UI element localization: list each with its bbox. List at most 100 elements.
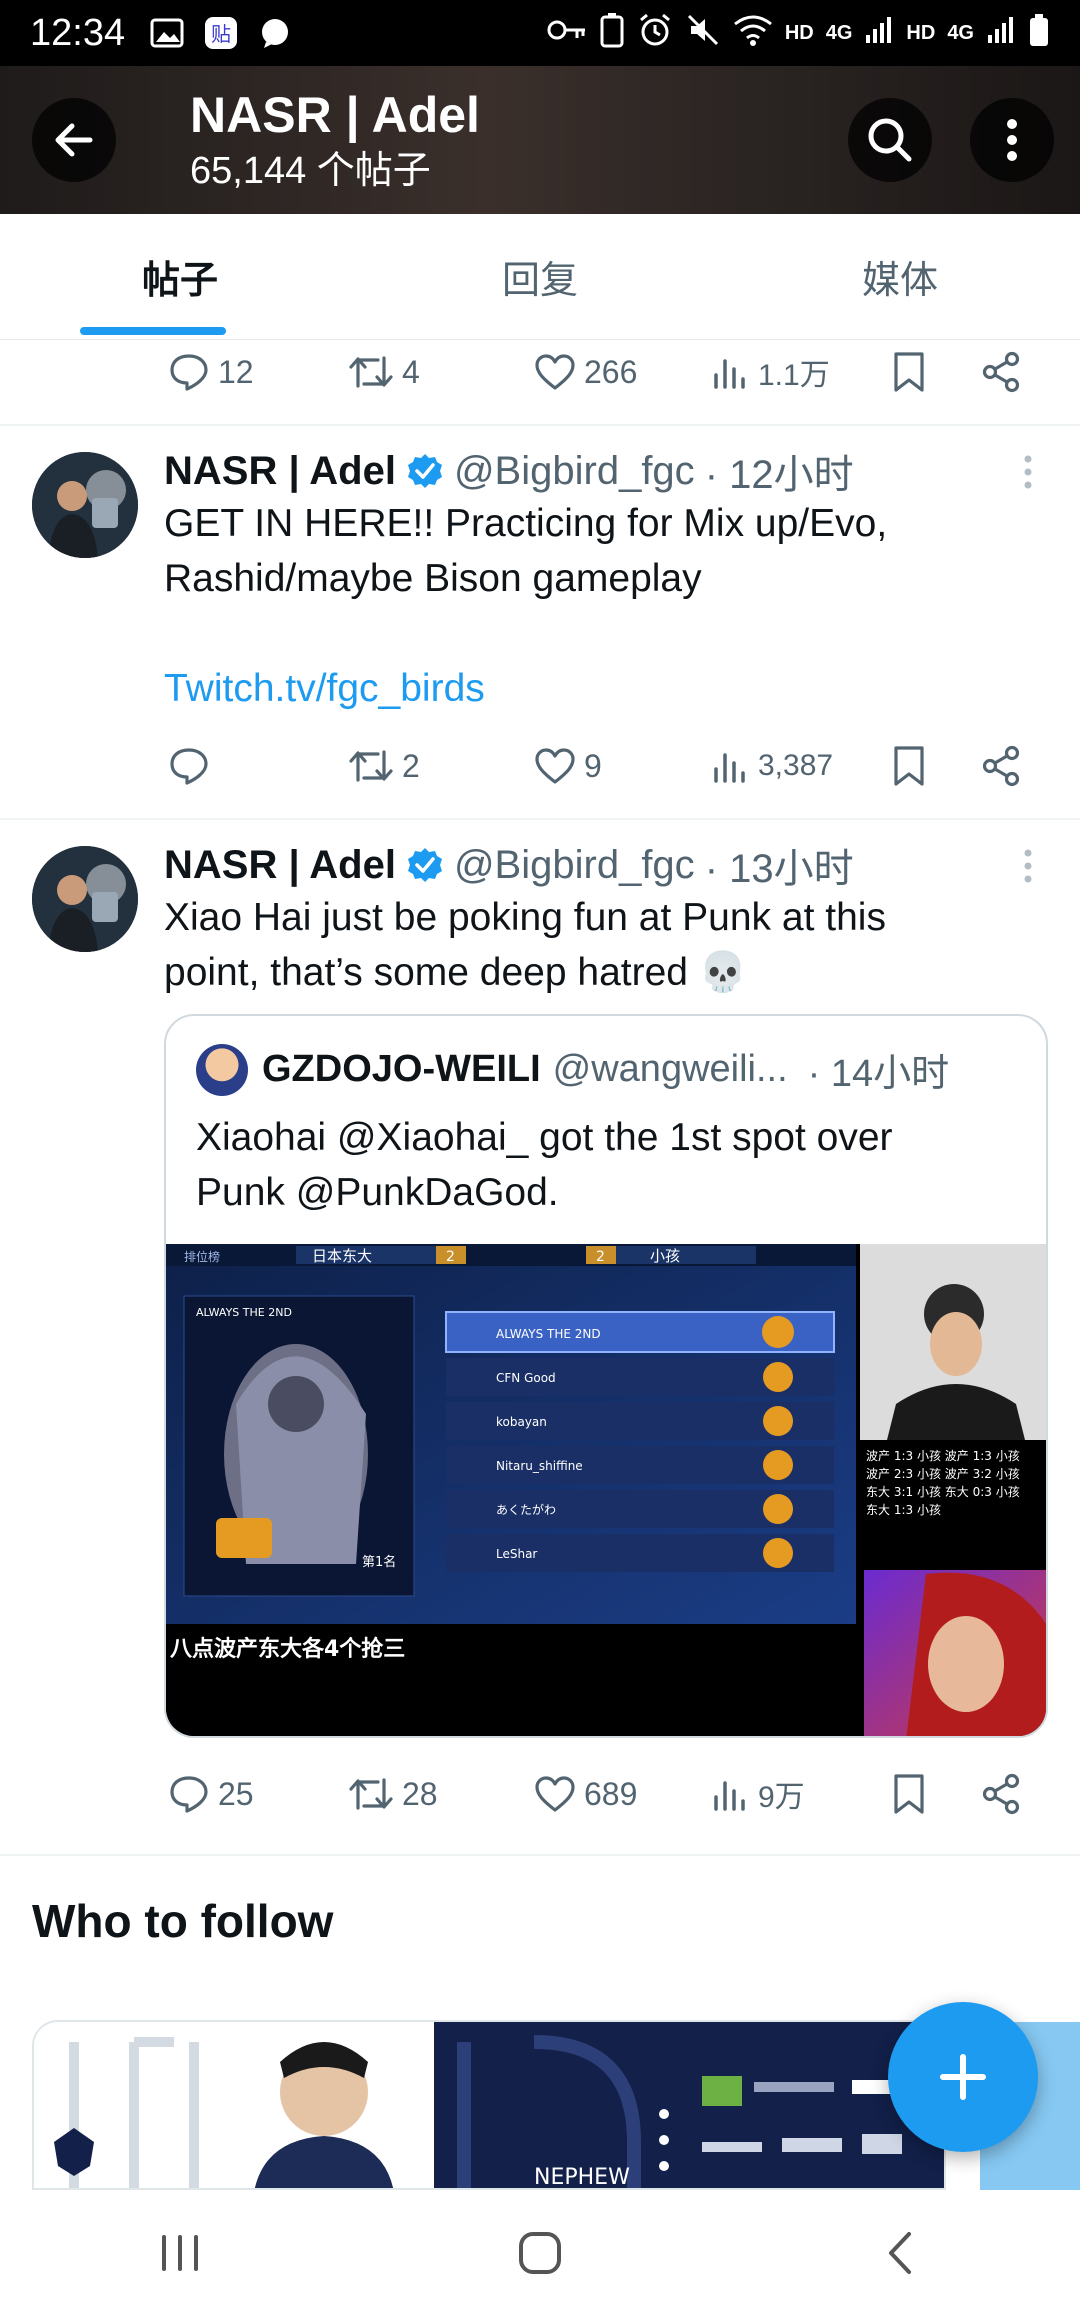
avatar-photo-icon: [32, 452, 138, 558]
verified-badge-icon: [406, 846, 444, 884]
author-name[interactable]: NASR | Adel: [164, 843, 396, 888]
search-button[interactable]: [848, 98, 932, 182]
views-button[interactable]: 3,387: [712, 747, 833, 785]
home-button[interactable]: [480, 2208, 600, 2298]
author-handle[interactable]: @Bigbird_fgc: [454, 449, 695, 494]
verified-badge-icon: [406, 452, 444, 490]
network-4g-label: 4G: [825, 21, 853, 44]
svg-text:贴: 贴: [211, 22, 231, 46]
view-count: 9万: [758, 1781, 805, 1814]
bookmark-icon: [894, 1774, 924, 1814]
tab-replies[interactable]: 回复: [360, 214, 720, 339]
header-titles: NASR | Adel 65,144 个帖子: [190, 84, 480, 196]
reply-count: 12: [218, 353, 254, 390]
game-stream-screenshot: 日本东大 2 2 小孩 排位榜 ALWAYS THE 2ND 第1名 ALWAY…: [166, 1244, 1046, 1736]
svg-text:波产 1:3 小孩 波产 1:3 小孩: 波产 1:3 小孩 波产 1:3 小孩: [866, 1449, 1020, 1463]
tweet-text: GET IN HERE!! Practicing for Mix up/Evo,…: [164, 496, 1044, 716]
reply-icon: [170, 354, 208, 391]
quoted-text-line: Punk @PunkDaGod.: [196, 1171, 559, 1214]
chat-icon: [255, 13, 295, 53]
repost-button[interactable]: 28: [348, 1774, 438, 1814]
tab-media[interactable]: 媒体: [720, 214, 1080, 339]
quoted-media-image[interactable]: 日本东大 2 2 小孩 排位榜 ALWAYS THE 2ND 第1名 ALWAY…: [166, 1244, 1046, 1736]
repost-button[interactable]: 4: [348, 352, 420, 392]
player-label: ALWAYS THE 2ND: [196, 1306, 292, 1319]
leaderboard-tab-label: 排位榜: [184, 1249, 220, 1264]
network-hd-label-2: HD: [906, 21, 936, 44]
views-chart-icon: [714, 1781, 745, 1811]
search-icon: [868, 118, 912, 162]
like-button[interactable]: 9: [534, 747, 602, 785]
svg-text:东大 1:3 小孩: 东大 1:3 小孩: [866, 1503, 941, 1517]
compose-post-button[interactable]: [888, 2002, 1038, 2152]
team-left-label: 日本东大: [312, 1247, 372, 1265]
quoted-tweet-header: GZDOJO-WEILI @wangweili... · 14小时: [196, 1042, 949, 1097]
reply-button[interactable]: 25: [168, 1773, 254, 1815]
promo-player-name: NEPHEW: [534, 2165, 630, 2190]
heart-icon: [535, 354, 575, 390]
avatar[interactable]: [32, 846, 138, 952]
views-button[interactable]: 1.1万: [712, 350, 830, 394]
home-icon: [519, 2232, 561, 2274]
reply-count: 25: [218, 1775, 254, 1812]
back-arrow-icon: [55, 123, 93, 157]
tweet-menu-button[interactable]: [1010, 442, 1046, 502]
quoted-tweet-text: Xiaohai @Xiaohai_ got the 1st spot over …: [196, 1110, 1016, 1220]
share-button[interactable]: [980, 1773, 1022, 1815]
quoted-author-handle: @wangweili...: [552, 1048, 788, 1090]
svg-text:东大 3:1 小孩 东大 0:3 小孩: 东大 3:1 小孩 东大 0:3 小孩: [866, 1485, 1020, 1499]
tab-posts[interactable]: 帖子: [0, 214, 360, 339]
svg-text:波产 2:3 小孩 波产 3:2 小孩: 波产 2:3 小孩 波产 3:2 小孩: [866, 1467, 1020, 1481]
recent-apps-icon: [162, 2235, 198, 2271]
views-button[interactable]: 9万: [712, 1772, 805, 1816]
gallery-icon: [147, 13, 187, 53]
quoted-avatar: [196, 1043, 248, 1096]
status-time: 12:34: [30, 11, 126, 54]
tweet-text: Xiao Hai just be poking fun at Punk at t…: [164, 890, 1044, 1000]
tweet-actions: 25 28 689 9万: [168, 1764, 1028, 1824]
tweet-header: NASR | Adel @Bigbird_fgc · 13小时: [164, 836, 854, 894]
tweet-text-line: Xiao Hai just be poking fun at Punk at t…: [164, 896, 886, 939]
post-count: 65,144 个帖子: [190, 150, 431, 192]
like-button[interactable]: 266: [534, 353, 637, 391]
tweet-text-line: point, that’s some deep hatred 💀: [164, 951, 748, 994]
tweet-menu-button[interactable]: [1010, 836, 1046, 896]
more-options-button[interactable]: [970, 98, 1054, 182]
reply-button[interactable]: 12: [168, 351, 254, 393]
avatar[interactable]: [32, 452, 138, 558]
repost-button[interactable]: 2: [348, 746, 420, 786]
recent-apps-button[interactable]: [120, 2208, 240, 2298]
share-icon: [982, 1773, 1020, 1815]
author-handle[interactable]: @Bigbird_fgc: [454, 843, 695, 888]
mute-icon: [685, 12, 721, 54]
share-icon: [982, 745, 1020, 787]
back-button[interactable]: [32, 98, 116, 182]
more-vertical-icon: [1007, 119, 1017, 161]
bookmark-button[interactable]: [892, 745, 926, 787]
reply-button[interactable]: [168, 745, 218, 787]
tweet-actions: 12 4 266 1.1万: [168, 342, 1028, 402]
views-chart-icon: [714, 359, 745, 389]
system-back-button[interactable]: [840, 2208, 960, 2298]
signal-icon: [864, 15, 894, 51]
quoted-tweet-card[interactable]: GZDOJO-WEILI @wangweili... · 14小时 Xiaoha…: [164, 1014, 1048, 1738]
svg-text:kobayan: kobayan: [496, 1415, 547, 1429]
reply-icon: [170, 748, 208, 785]
share-button[interactable]: [980, 351, 1022, 393]
author-name[interactable]: NASR | Adel: [164, 449, 396, 494]
bookmark-icon: [894, 746, 924, 786]
like-button[interactable]: 689: [534, 1775, 637, 1813]
follow-suggestion-banner[interactable]: NEPHEW: [32, 2020, 946, 2190]
profile-name: NASR | Adel: [190, 87, 480, 143]
wifi-icon: [733, 14, 773, 52]
battery-saver-icon: [599, 12, 625, 54]
tweet-link[interactable]: Twitch.tv/fgc_birds: [164, 661, 1044, 716]
bookmark-button[interactable]: [892, 351, 926, 393]
share-button[interactable]: [980, 745, 1022, 787]
tab-posts-label: 帖子: [141, 260, 218, 302]
media-caption: 八点波产东大各4个抢三: [170, 1636, 405, 1662]
bookmark-button[interactable]: [892, 1773, 926, 1815]
quoted-text-line: Xiaohai @Xiaohai_ got the 1st spot over: [196, 1116, 893, 1159]
network-4g-label-2: 4G: [947, 21, 974, 44]
